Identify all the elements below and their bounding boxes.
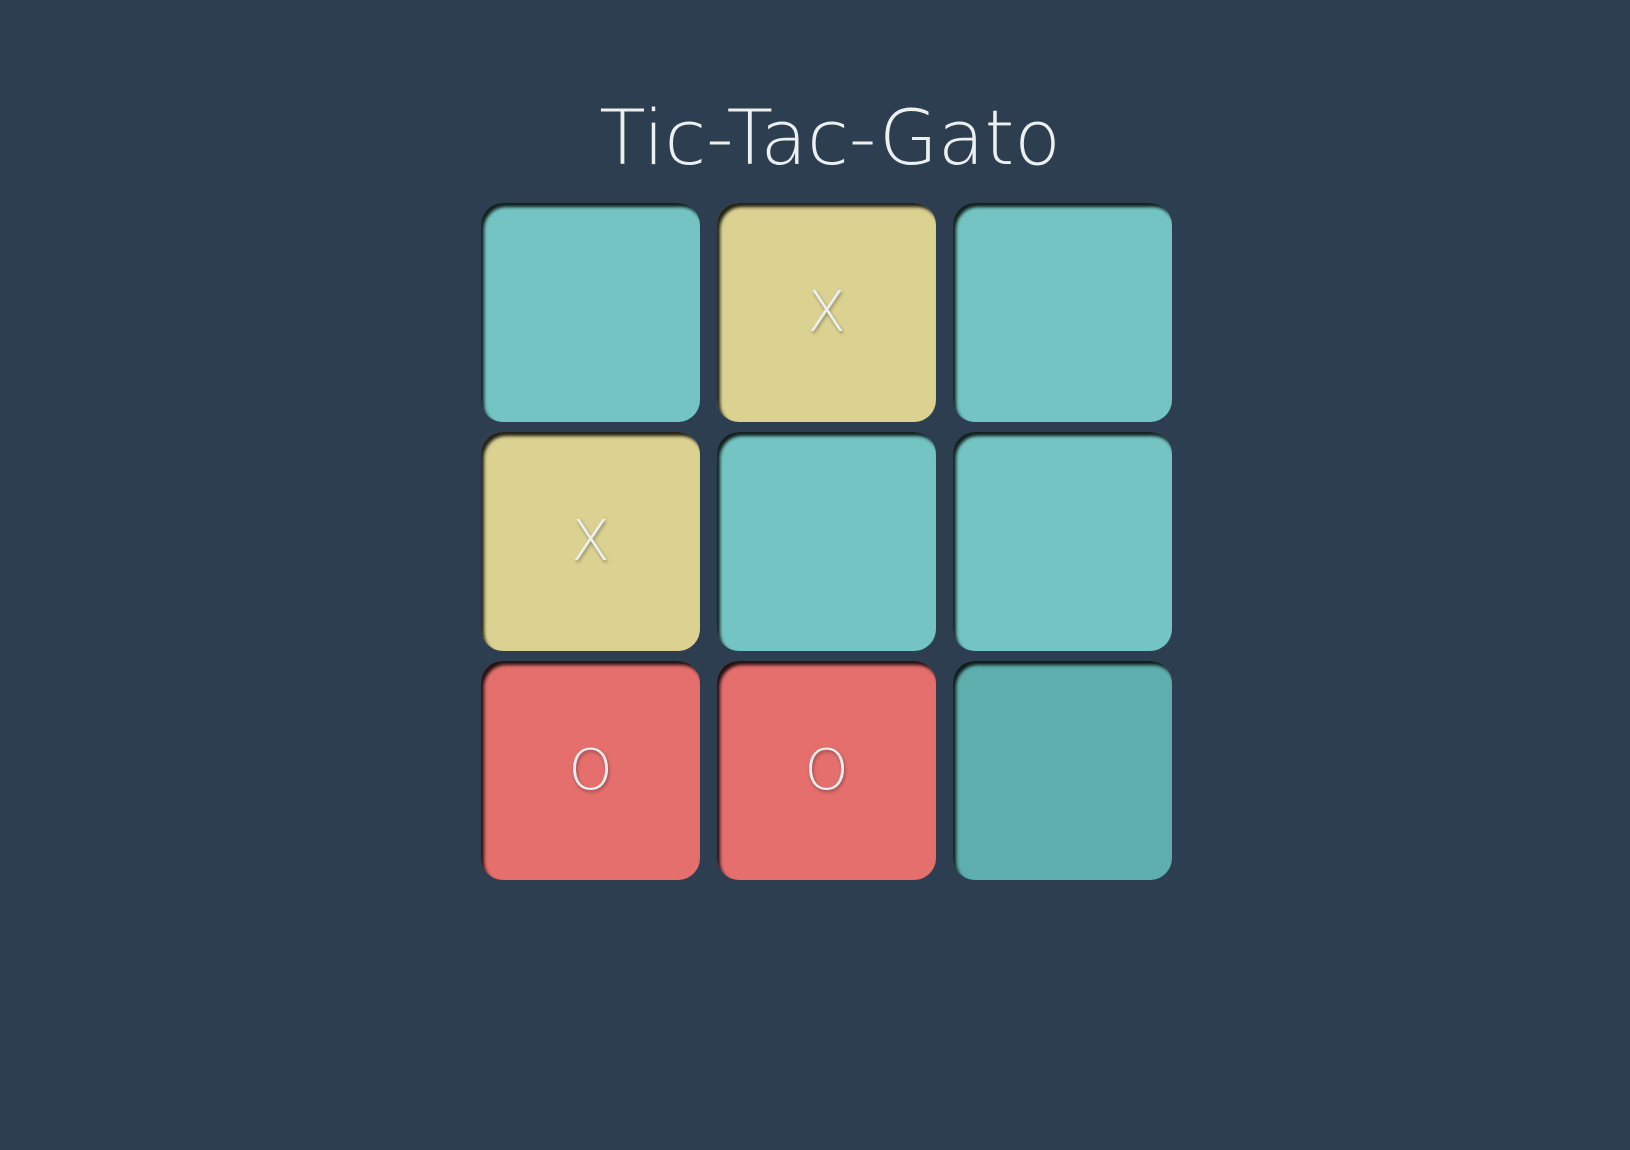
board-cell-7[interactable]: O (481, 661, 700, 880)
board-cell-8[interactable]: O (717, 661, 936, 880)
board-cell-5[interactable] (717, 432, 936, 651)
board-cell-2[interactable]: X (717, 203, 936, 422)
board-cell-3[interactable] (953, 203, 1172, 422)
game-title: Tic-Tac-Gato (599, 93, 1061, 182)
board-cell-6[interactable] (953, 432, 1172, 651)
board-cell-1[interactable] (481, 203, 700, 422)
game-board: X X O O (481, 203, 1175, 880)
board-cell-4[interactable]: X (481, 432, 700, 651)
board-cell-9[interactable] (953, 661, 1172, 880)
